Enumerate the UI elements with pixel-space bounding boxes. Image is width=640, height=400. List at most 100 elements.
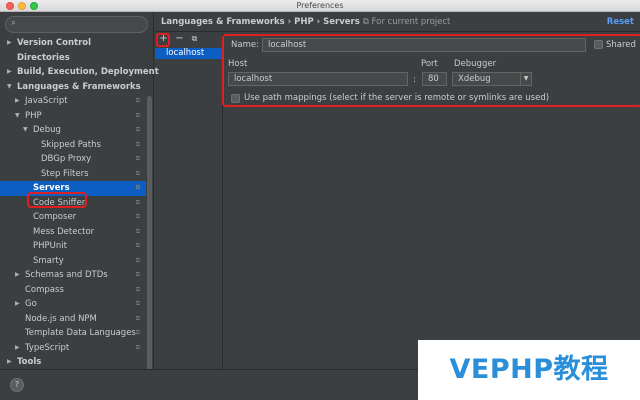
sidebar-item-label: PHPUnit bbox=[33, 241, 67, 251]
sidebar-item-label: Smarty bbox=[33, 255, 64, 266]
server-list-item[interactable]: localhost bbox=[155, 48, 222, 59]
project-scope-icon: ⧉ bbox=[135, 155, 140, 162]
sidebar-item-compass[interactable]: Compass ⧉ bbox=[0, 283, 146, 298]
copy-server-button[interactable]: ⧉ bbox=[189, 33, 200, 45]
project-scope-icon: ⧉ bbox=[135, 329, 140, 336]
sidebar-item-label: Step Filters bbox=[41, 168, 89, 179]
project-scope-icon: ⧉ bbox=[135, 213, 140, 220]
project-scope-icon: ⧉ bbox=[135, 300, 140, 307]
port-field[interactable]: 80 bbox=[422, 72, 447, 86]
chevron-right-icon[interactable]: ▶ bbox=[7, 36, 12, 51]
sidebar-item-mess-detector[interactable]: Mess Detector ⧉ bbox=[0, 225, 146, 240]
name-field[interactable]: localhost bbox=[262, 38, 586, 52]
settings-sidebar: ⌕ ▶ Version Control Directories ▶ Build, Exe… bbox=[0, 12, 159, 376]
sidebar-scrollbar[interactable] bbox=[147, 96, 152, 376]
name-label: Name: bbox=[231, 40, 259, 50]
sidebar-item-label: Go bbox=[25, 299, 37, 309]
sidebar-item-languages-frameworks[interactable]: ▼ Languages & Frameworks bbox=[0, 80, 146, 95]
sidebar-item-tools[interactable]: ▶ Tools bbox=[0, 355, 146, 370]
remove-server-button[interactable]: − bbox=[174, 33, 185, 45]
debugger-select[interactable]: Xdebug ▼ bbox=[452, 72, 532, 86]
settings-search-input[interactable]: ⌕ bbox=[5, 16, 148, 33]
sidebar-item-php[interactable]: ▼ PHP ⧉ bbox=[0, 109, 146, 124]
sidebar-item-label: Composer bbox=[33, 212, 77, 222]
scope-label: For current project bbox=[371, 17, 451, 27]
sidebar-item-code-sniffer[interactable]: Code Sniffer ⧉ bbox=[0, 196, 146, 211]
project-scope-icon: ⧉ bbox=[362, 17, 369, 27]
sidebar-item-label: Code Sniffer bbox=[33, 197, 86, 208]
sidebar-item-servers[interactable]: Servers ⧉ bbox=[0, 181, 146, 196]
watermark-logo: VEPHP教程 bbox=[418, 340, 640, 400]
help-button[interactable]: ? bbox=[10, 378, 24, 392]
project-scope-icon: ⧉ bbox=[135, 256, 140, 264]
sidebar-item-phpunit[interactable]: PHPUnit ⧉ bbox=[0, 239, 146, 254]
path-mappings-label: Use path mappings (select if the server … bbox=[244, 93, 550, 103]
preferences-window: Preferences ⌕ ▶ Version Control Directorie… bbox=[0, 0, 640, 400]
sidebar-item-go[interactable]: ▶ Go ⧉ bbox=[0, 297, 146, 312]
sidebar-item-label: Skipped Paths bbox=[41, 139, 101, 150]
sidebar-item-smarty[interactable]: Smarty ⧉ bbox=[0, 254, 146, 269]
sidebar-item-debug[interactable]: ▼ Debug ⧉ bbox=[0, 123, 146, 138]
page-header: Languages & Frameworks › PHP › Servers ⧉… bbox=[155, 12, 640, 32]
sidebar-item-label: Languages & Frameworks bbox=[17, 81, 141, 92]
project-scope-icon: ⧉ bbox=[135, 126, 140, 133]
sidebar-item-node-js-and-npm[interactable]: Node.js and NPM ⧉ bbox=[0, 312, 146, 327]
chevron-down-icon[interactable]: ▼ bbox=[23, 123, 28, 138]
project-scope-icon: ⧉ bbox=[135, 198, 140, 206]
shared-label: Shared bbox=[606, 40, 636, 50]
chevron-right-icon[interactable]: ▶ bbox=[15, 268, 20, 283]
settings-tree: ▶ Version Control Directories ▶ Build, Execu… bbox=[0, 36, 159, 370]
sidebar-item-directories[interactable]: Directories bbox=[0, 51, 146, 66]
host-label: Host bbox=[228, 59, 248, 69]
sidebar-item-build-execution-deployment[interactable]: ▶ Build, Execution, Deployment bbox=[0, 65, 159, 80]
project-scope-icon: ⧉ bbox=[135, 111, 140, 119]
sidebar-item-label: TypeScript bbox=[25, 342, 70, 353]
sidebar-item-dbgp-proxy[interactable]: DBGp Proxy ⧉ bbox=[0, 152, 146, 167]
sidebar-item-label: Debug bbox=[33, 125, 61, 135]
minimize-window-button[interactable] bbox=[18, 2, 26, 10]
project-scope-icon: ⧉ bbox=[135, 97, 140, 104]
title-bar: Preferences bbox=[0, 0, 640, 12]
sidebar-item-template-data-languages[interactable]: Template Data Languages ⧉ bbox=[0, 326, 146, 341]
chevron-right-icon[interactable]: ▶ bbox=[7, 65, 12, 80]
chevron-right-icon[interactable]: ▶ bbox=[15, 94, 20, 109]
sidebar-item-schemas-and-dtds[interactable]: ▶ Schemas and DTDs ⧉ bbox=[0, 268, 146, 283]
port-separator: : bbox=[413, 75, 416, 85]
project-scope-icon: ⧉ bbox=[135, 184, 140, 191]
breadcrumb: Languages & Frameworks › PHP › Servers bbox=[161, 17, 360, 27]
reset-link[interactable]: Reset bbox=[607, 12, 634, 32]
project-scope-icon: ⧉ bbox=[135, 271, 140, 278]
chevron-down-icon[interactable]: ▼ bbox=[7, 80, 12, 95]
chevron-right-icon[interactable]: ▶ bbox=[15, 341, 20, 356]
sidebar-item-typescript[interactable]: ▶ TypeScript ⧉ bbox=[0, 341, 146, 356]
sidebar-item-version-control[interactable]: ▶ Version Control bbox=[0, 36, 146, 51]
project-scope-icon: ⧉ bbox=[135, 343, 140, 351]
close-window-button[interactable] bbox=[6, 2, 14, 10]
sidebar-item-javascript[interactable]: ▶ JavaScript ⧉ bbox=[0, 94, 146, 109]
project-scope-icon: ⧉ bbox=[135, 140, 140, 148]
sidebar-item-label: DBGp Proxy bbox=[41, 154, 92, 164]
zoom-window-button[interactable] bbox=[30, 2, 38, 10]
sidebar-item-label: Template Data Languages bbox=[25, 328, 136, 338]
server-toolbar: + − ⧉ bbox=[155, 33, 222, 47]
chevron-right-icon[interactable]: ▶ bbox=[7, 355, 12, 370]
port-label: Port bbox=[421, 59, 438, 69]
scope-indicator: ⧉ For current project bbox=[363, 17, 451, 27]
sidebar-item-label: PHP bbox=[25, 110, 42, 121]
path-mappings-checkbox[interactable] bbox=[231, 94, 240, 103]
sidebar-item-label: JavaScript bbox=[25, 96, 68, 106]
sidebar-item-step-filters[interactable]: Step Filters ⧉ bbox=[0, 167, 146, 182]
project-scope-icon: ⧉ bbox=[135, 169, 140, 177]
chevron-right-icon[interactable]: ▶ bbox=[15, 297, 20, 312]
chevron-down-icon[interactable]: ▼ bbox=[15, 109, 20, 124]
search-icon: ⌕ bbox=[11, 18, 17, 28]
sidebar-item-composer[interactable]: Composer ⧉ bbox=[0, 210, 146, 225]
sidebar-item-label: Version Control bbox=[17, 38, 92, 48]
shared-checkbox[interactable] bbox=[594, 40, 603, 49]
project-scope-icon: ⧉ bbox=[135, 227, 140, 235]
host-field[interactable]: localhost bbox=[228, 72, 408, 86]
project-scope-icon: ⧉ bbox=[135, 242, 140, 249]
sidebar-item-label: Mess Detector bbox=[33, 226, 95, 237]
sidebar-item-label: Compass bbox=[25, 284, 64, 295]
sidebar-item-skipped-paths[interactable]: Skipped Paths ⧉ bbox=[0, 138, 146, 153]
